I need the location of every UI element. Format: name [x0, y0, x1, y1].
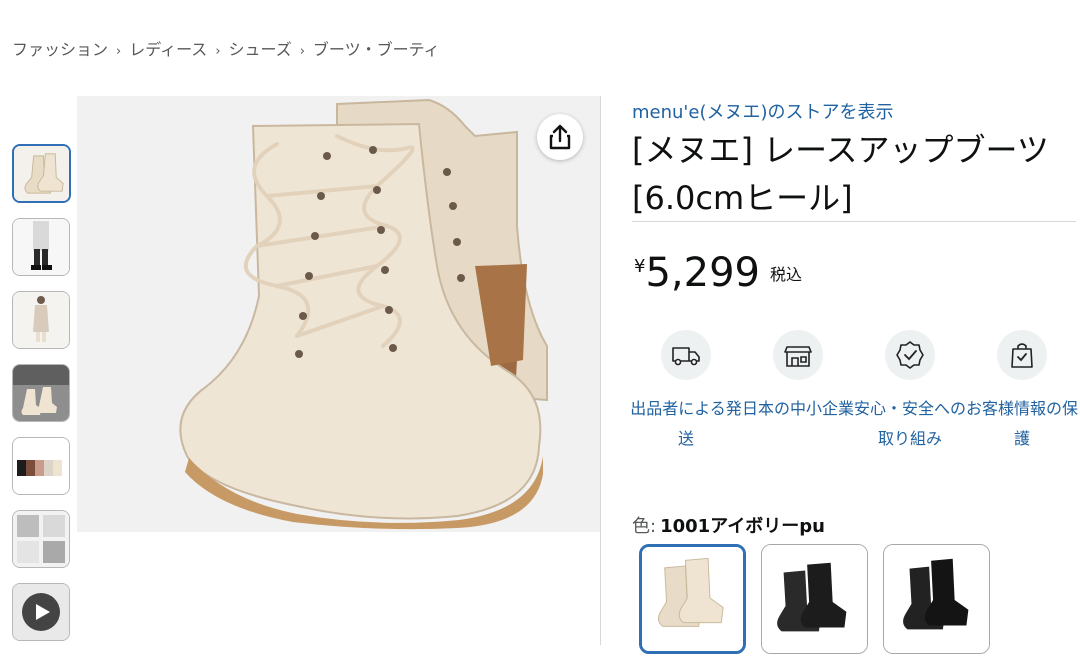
swatch-black-smooth[interactable]: [761, 544, 868, 654]
tax-note: 税込: [769, 265, 802, 284]
thumbnail-collage[interactable]: [12, 510, 70, 568]
feature-badges: 出品者による発送 日本の中小企業 安心・安全への取り組み お客様情報の保護: [630, 330, 1078, 454]
price-value: 5,299: [645, 250, 760, 296]
breadcrumb-boots[interactable]: ブーツ・ブーティ: [313, 36, 440, 60]
safety-badge-icon: [885, 330, 935, 380]
breadcrumb: ファッション › レディース › シューズ › ブーツ・ブーティ: [12, 36, 440, 60]
color-swatches: [639, 544, 1005, 654]
feature-seller-shipping[interactable]: 出品者による発送: [630, 330, 742, 454]
breadcrumb-fashion[interactable]: ファッション: [12, 36, 108, 60]
thumbnail-video[interactable]: [12, 583, 70, 641]
share-icon: [549, 124, 571, 150]
thumbnail-boot-pair[interactable]: [12, 144, 71, 203]
feature-label: 日本の中小企業: [742, 399, 855, 418]
thumbnail-strip: [12, 144, 72, 656]
product-main-image[interactable]: [77, 96, 601, 532]
breadcrumb-separator: ›: [215, 44, 221, 59]
variation-key: 色:: [632, 516, 657, 537]
title-divider: [632, 221, 1076, 222]
storefront-icon: [773, 330, 823, 380]
feature-label: 安心・安全への取り組み: [854, 399, 967, 448]
share-button[interactable]: [537, 114, 583, 160]
play-icon: [22, 593, 60, 631]
variation-selected-value: 1001アイボリーpu: [660, 516, 825, 537]
thumbnail-color-lineup[interactable]: [12, 437, 70, 495]
feature-small-business[interactable]: 日本の中小企業: [742, 330, 854, 454]
swatch-black[interactable]: [883, 544, 990, 654]
swatch-ivory[interactable]: [639, 544, 746, 654]
feature-safety[interactable]: 安心・安全への取り組み: [854, 330, 966, 454]
thumbnail-model-full[interactable]: [12, 291, 70, 349]
store-link[interactable]: menu'e(メヌエ)のストアを表示: [632, 98, 894, 124]
variation-label: 色: 1001アイボリーpu: [632, 512, 825, 538]
product-title: [メヌエ] レースアップブーツ[6.0cmヒール]: [632, 131, 1049, 217]
currency-symbol: ¥: [634, 256, 646, 277]
feature-privacy[interactable]: お客様情報の保護: [966, 330, 1078, 454]
breadcrumb-shoes[interactable]: シューズ: [229, 36, 292, 60]
feature-label: お客様情報の保護: [966, 399, 1079, 448]
column-divider: [600, 96, 601, 645]
price-block: ¥5,299 税込: [634, 250, 802, 296]
delivery-truck-icon: [661, 330, 711, 380]
thumbnail-model-legs[interactable]: [12, 218, 70, 276]
thumbnail-lifestyle[interactable]: [12, 364, 70, 422]
breadcrumb-ladies[interactable]: レディース: [129, 36, 207, 60]
feature-label: 出品者による発送: [630, 399, 742, 448]
breadcrumb-separator: ›: [299, 44, 305, 59]
breadcrumb-separator: ›: [116, 44, 122, 59]
protected-bag-icon: [997, 330, 1047, 380]
